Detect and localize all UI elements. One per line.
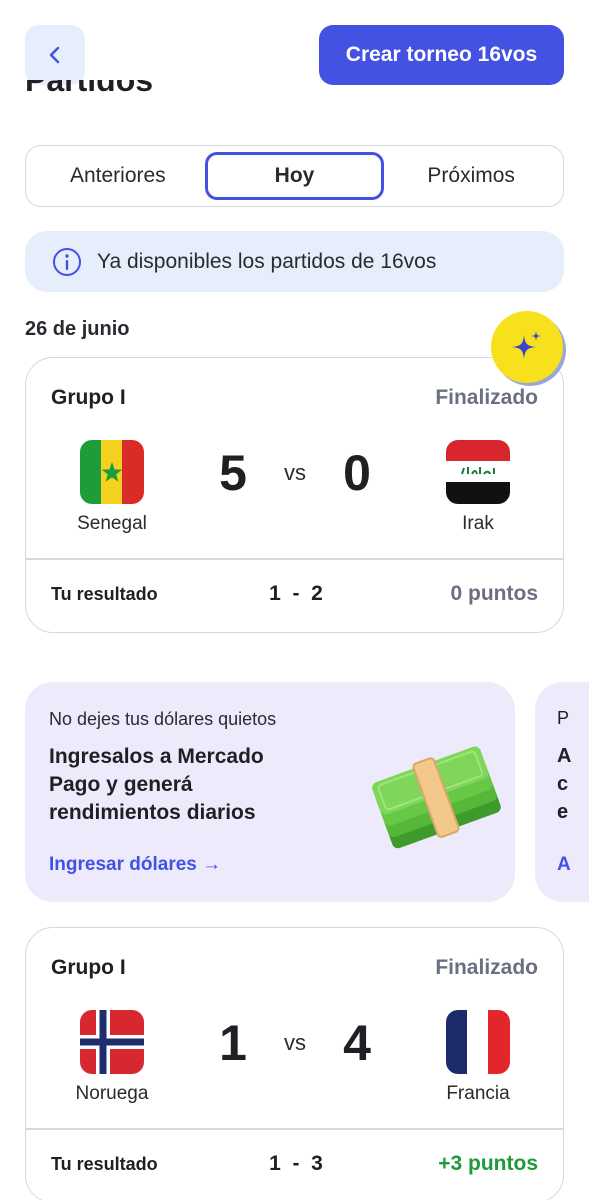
tab-upcoming[interactable]: Próximos	[384, 152, 558, 200]
match-group: Grupo I	[51, 956, 126, 979]
points-earned: +3 puntos	[438, 1152, 538, 1175]
your-result-score: 1 - 2	[269, 582, 323, 605]
promo-eyebrow: No dejes tus dólares quietos	[49, 709, 277, 729]
away-score: 4	[343, 1015, 371, 1071]
info-banner: Ya disponibles los partidos de 16vos	[25, 231, 564, 292]
promo-link[interactable]: Ingresar dólares →	[49, 854, 221, 876]
your-result-label: Tu resultado	[51, 584, 158, 604]
divider	[26, 558, 563, 560]
home-score: 1	[219, 1015, 247, 1071]
home-score: 5	[219, 445, 247, 501]
away-team-name: Francia	[446, 1083, 510, 1104]
match-card[interactable]: Grupo I Finalizado Noruega 1 vs 4 Franci…	[25, 927, 564, 1200]
match-group: Grupo I	[51, 386, 126, 409]
points-earned: 0 puntos	[450, 582, 539, 605]
promo-peek-line: A	[557, 745, 572, 767]
sparkle-button[interactable]	[491, 311, 563, 383]
divider	[26, 1128, 563, 1130]
vs-label: vs	[284, 460, 306, 485]
match-status: Finalizado	[435, 386, 538, 409]
section-title: Partidos	[25, 80, 154, 98]
tab-previous[interactable]: Anteriores	[31, 152, 205, 200]
chevron-left-icon	[49, 46, 60, 64]
matches-tabs: Anteriores Hoy Próximos	[25, 145, 564, 207]
back-button[interactable]	[25, 25, 85, 85]
vs-label: vs	[284, 1030, 306, 1055]
norway-flag-icon	[80, 1010, 144, 1074]
info-banner-text: Ya disponibles los partidos de 16vos	[97, 249, 437, 273]
create-tournament-button[interactable]: Crear torneo 16vos	[319, 25, 564, 85]
home-team-name: Noruega	[75, 1083, 149, 1104]
info-icon	[53, 247, 81, 276]
tab-today[interactable]: Hoy	[204, 152, 385, 200]
date-label: 26 de junio	[25, 318, 130, 340]
your-result-score: 1 - 3	[269, 1152, 323, 1175]
away-team-name: Irak	[462, 513, 494, 534]
france-flag-icon	[446, 1010, 510, 1074]
money-stack-icon	[372, 746, 501, 849]
promo-peek-link[interactable]: A	[557, 854, 571, 876]
match-card[interactable]: Grupo I Finalizado Senegal 5 vs 0 Irak T…	[25, 357, 564, 633]
sparkle-icon	[512, 331, 541, 359]
away-score: 0	[343, 445, 371, 501]
match-status: Finalizado	[435, 956, 538, 979]
promo-peek-line: e	[557, 801, 569, 823]
promo-headline: Ingresalos a Mercado Pago y generá rendi…	[49, 745, 264, 824]
senegal-flag-icon	[80, 440, 144, 504]
your-result-label: Tu resultado	[51, 1154, 158, 1174]
home-team-name: Senegal	[77, 513, 147, 534]
promo-card[interactable]: No dejes tus dólares quietos Ingresalos …	[25, 682, 515, 902]
iraq-flag-icon	[446, 440, 510, 504]
promo-peek-line: c	[557, 773, 569, 795]
promo-card-next[interactable]: P A c e A	[535, 682, 589, 902]
promo-peek-eyebrow: P	[557, 708, 570, 728]
